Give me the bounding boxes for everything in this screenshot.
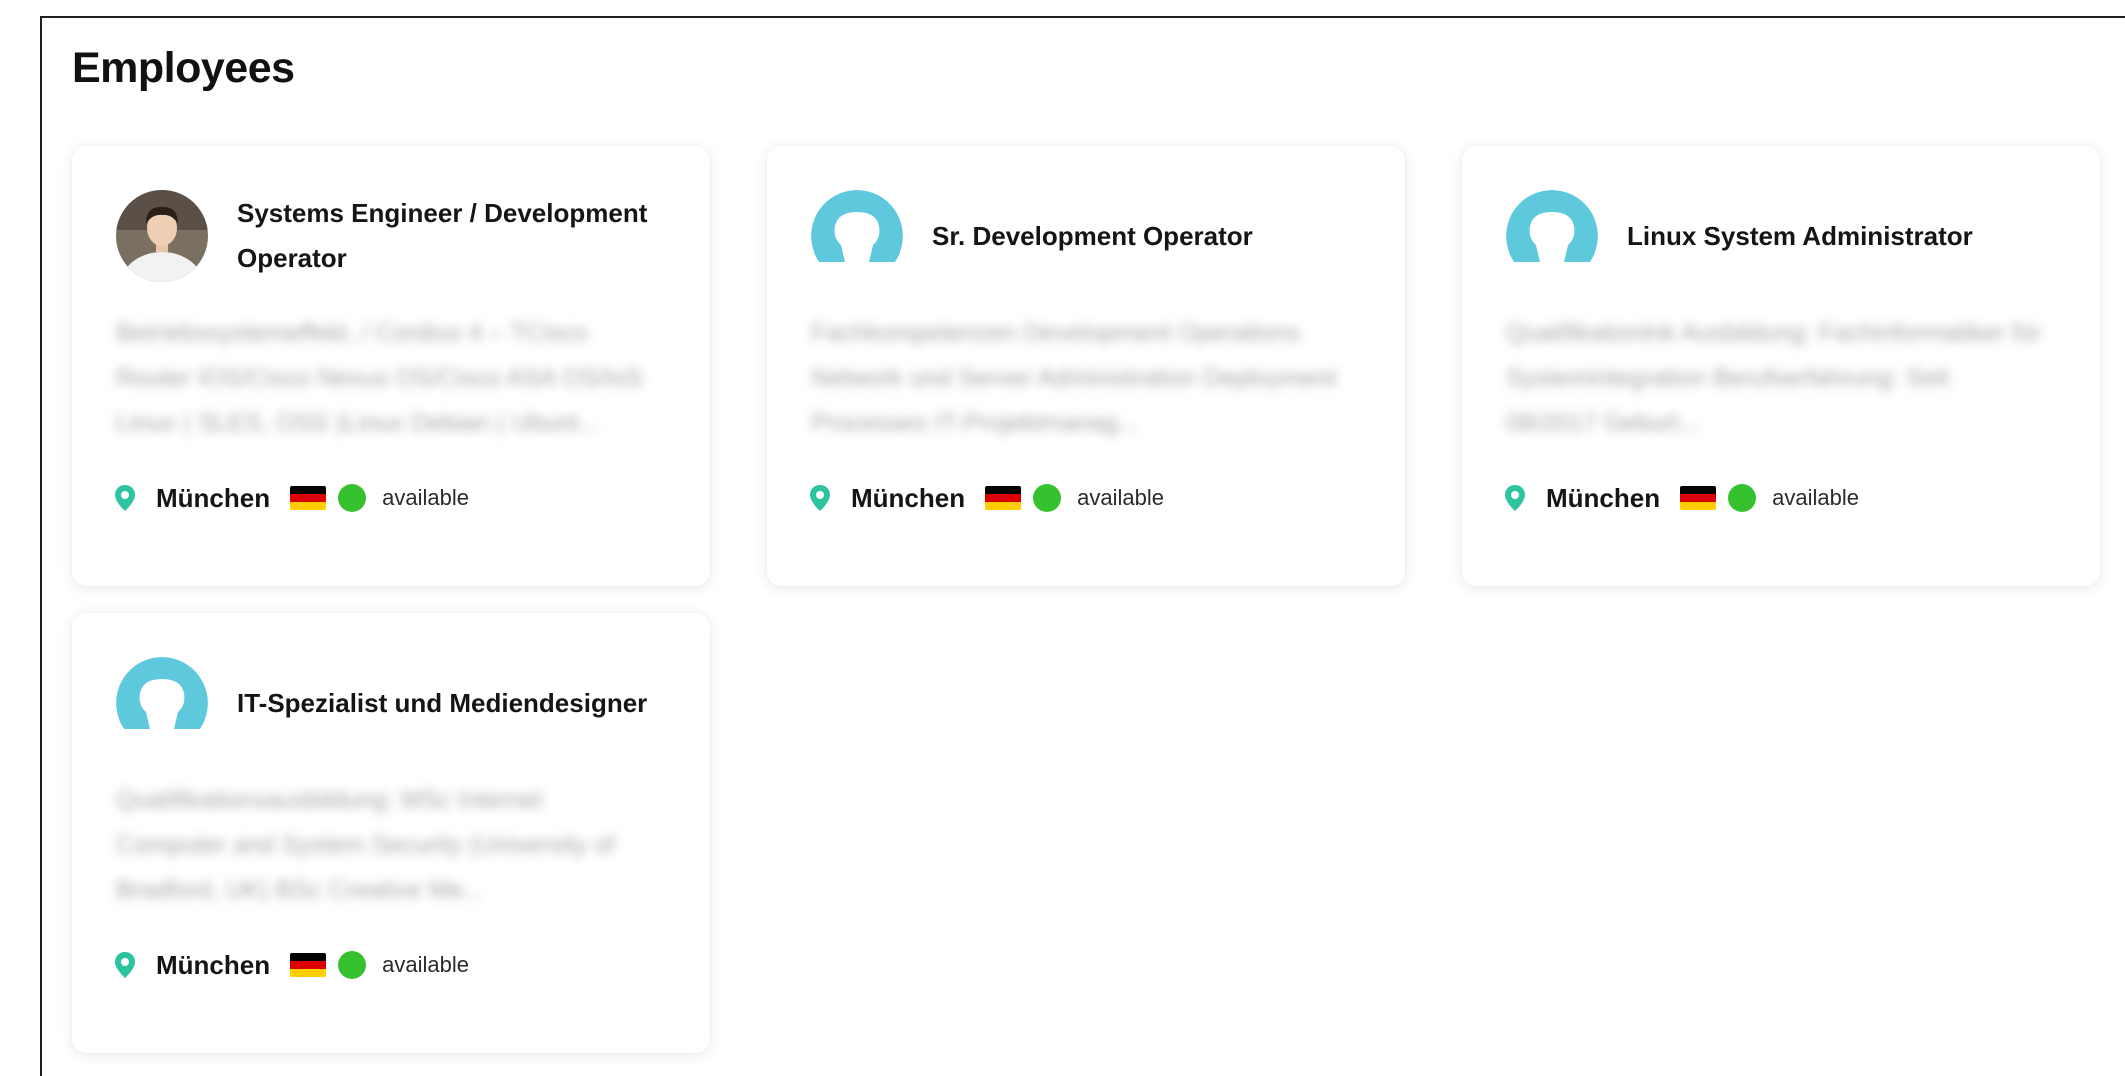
- availability-status: available: [382, 952, 469, 977]
- card-meta: München available: [114, 945, 469, 985]
- availability-dot-icon: [338, 484, 367, 512]
- card-meta: München available: [1504, 478, 1859, 518]
- map-pin-icon: [810, 485, 830, 511]
- profile-summary: Qualifikationsausbildung: MSc Internet C…: [116, 786, 615, 904]
- map-pin-icon: [115, 485, 135, 511]
- city-label: München: [156, 949, 271, 980]
- germany-flag-icon: [1680, 486, 1717, 510]
- availability-dot-icon: [1728, 484, 1757, 512]
- employee-card[interactable]: Sr. Development Operator Fachkompetenzen…: [767, 146, 1405, 586]
- availability-dot-icon: [338, 951, 367, 979]
- employee-card[interactable]: Linux System Administrator Qualifikation…: [1462, 146, 2100, 586]
- availability-status: available: [1077, 485, 1164, 510]
- profile-summary: Qualifikationlnk Ausbildung: Fachinforma…: [1506, 319, 2041, 437]
- map-pin-icon: [1505, 485, 1525, 511]
- avatar-placeholder-icon: [116, 657, 208, 749]
- profile-summary: Betriebssystemeffekt, / Cordius 4 – TCis…: [116, 319, 643, 437]
- employee-card[interactable]: Systems Engineer / Development Operator …: [72, 146, 710, 586]
- page-title: Employees: [72, 44, 295, 92]
- availability-status: available: [1772, 485, 1859, 510]
- city-label: München: [156, 482, 271, 513]
- germany-flag-icon: [290, 486, 327, 510]
- availability-dot-icon: [1033, 484, 1062, 512]
- job-title[interactable]: Systems Engineer / Development Operator: [237, 190, 667, 282]
- map-pin-icon: [115, 952, 135, 978]
- employee-card[interactable]: IT-Spezialist und Mediendesigner Qualifi…: [72, 613, 710, 1053]
- avatar-placeholder-icon: [811, 190, 903, 282]
- job-title[interactable]: Sr. Development Operator: [932, 190, 1362, 282]
- job-title[interactable]: IT-Spezialist und Mediendesigner: [237, 657, 667, 749]
- card-meta: München available: [114, 478, 469, 518]
- card-meta: München available: [809, 478, 1164, 518]
- avatar-placeholder-icon: [1506, 190, 1598, 282]
- availability-status: available: [382, 485, 469, 510]
- job-title[interactable]: Linux System Administrator: [1627, 190, 2057, 282]
- city-label: München: [1546, 482, 1661, 513]
- profile-summary: Fachkompetenzen Development Operations N…: [811, 319, 1337, 437]
- city-label: München: [851, 482, 966, 513]
- employee-photo: [116, 190, 208, 282]
- employees-panel: Employees Systems Engineer / Development…: [40, 16, 2125, 1076]
- germany-flag-icon: [290, 953, 327, 977]
- germany-flag-icon: [985, 486, 1022, 510]
